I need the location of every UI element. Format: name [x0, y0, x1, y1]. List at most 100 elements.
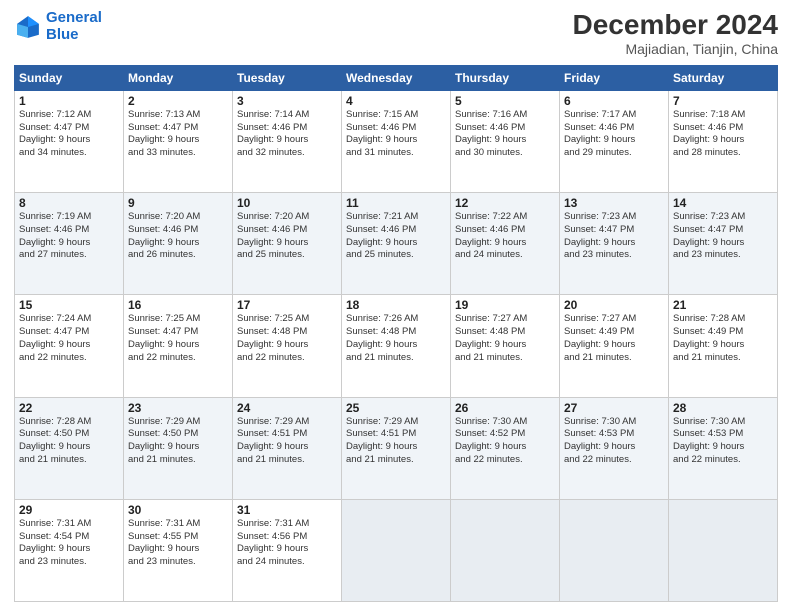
calendar-cell: 13Sunrise: 7:23 AM Sunset: 4:47 PM Dayli…	[560, 193, 669, 295]
calendar-cell: 21Sunrise: 7:28 AM Sunset: 4:49 PM Dayli…	[669, 295, 778, 397]
calendar-week-row: 22Sunrise: 7:28 AM Sunset: 4:50 PM Dayli…	[15, 397, 778, 499]
day-info: Sunrise: 7:25 AM Sunset: 4:48 PM Dayligh…	[237, 313, 337, 364]
day-number: 12	[455, 196, 555, 210]
day-of-week-header: Wednesday	[342, 65, 451, 90]
day-info: Sunrise: 7:24 AM Sunset: 4:47 PM Dayligh…	[19, 313, 119, 364]
calendar-cell	[560, 499, 669, 601]
day-number: 29	[19, 503, 119, 517]
day-info: Sunrise: 7:28 AM Sunset: 4:50 PM Dayligh…	[19, 416, 119, 467]
logo-icon	[14, 13, 42, 41]
day-info: Sunrise: 7:22 AM Sunset: 4:46 PM Dayligh…	[455, 211, 555, 262]
day-info: Sunrise: 7:21 AM Sunset: 4:46 PM Dayligh…	[346, 211, 446, 262]
day-info: Sunrise: 7:27 AM Sunset: 4:48 PM Dayligh…	[455, 313, 555, 364]
calendar-cell: 23Sunrise: 7:29 AM Sunset: 4:50 PM Dayli…	[124, 397, 233, 499]
calendar-cell: 30Sunrise: 7:31 AM Sunset: 4:55 PM Dayli…	[124, 499, 233, 601]
calendar-week-row: 15Sunrise: 7:24 AM Sunset: 4:47 PM Dayli…	[15, 295, 778, 397]
day-number: 17	[237, 298, 337, 312]
day-info: Sunrise: 7:30 AM Sunset: 4:53 PM Dayligh…	[564, 416, 664, 467]
day-of-week-header: Thursday	[451, 65, 560, 90]
calendar-cell: 25Sunrise: 7:29 AM Sunset: 4:51 PM Dayli…	[342, 397, 451, 499]
day-info: Sunrise: 7:20 AM Sunset: 4:46 PM Dayligh…	[128, 211, 228, 262]
day-number: 7	[673, 94, 773, 108]
calendar-week-row: 1Sunrise: 7:12 AM Sunset: 4:47 PM Daylig…	[15, 90, 778, 192]
logo-text: General Blue	[46, 10, 102, 43]
day-number: 13	[564, 196, 664, 210]
day-number: 2	[128, 94, 228, 108]
calendar-cell	[669, 499, 778, 601]
calendar-cell: 3Sunrise: 7:14 AM Sunset: 4:46 PM Daylig…	[233, 90, 342, 192]
calendar-cell: 12Sunrise: 7:22 AM Sunset: 4:46 PM Dayli…	[451, 193, 560, 295]
calendar: SundayMondayTuesdayWednesdayThursdayFrid…	[14, 65, 778, 602]
day-info: Sunrise: 7:18 AM Sunset: 4:46 PM Dayligh…	[673, 109, 773, 160]
day-info: Sunrise: 7:29 AM Sunset: 4:50 PM Dayligh…	[128, 416, 228, 467]
page: General Blue December 2024 Majiadian, Ti…	[0, 0, 792, 612]
day-number: 25	[346, 401, 446, 415]
calendar-cell: 4Sunrise: 7:15 AM Sunset: 4:46 PM Daylig…	[342, 90, 451, 192]
day-info: Sunrise: 7:12 AM Sunset: 4:47 PM Dayligh…	[19, 109, 119, 160]
day-info: Sunrise: 7:30 AM Sunset: 4:52 PM Dayligh…	[455, 416, 555, 467]
calendar-cell	[342, 499, 451, 601]
day-number: 31	[237, 503, 337, 517]
calendar-cell: 10Sunrise: 7:20 AM Sunset: 4:46 PM Dayli…	[233, 193, 342, 295]
day-number: 19	[455, 298, 555, 312]
calendar-cell: 28Sunrise: 7:30 AM Sunset: 4:53 PM Dayli…	[669, 397, 778, 499]
day-info: Sunrise: 7:19 AM Sunset: 4:46 PM Dayligh…	[19, 211, 119, 262]
day-of-week-header: Monday	[124, 65, 233, 90]
day-number: 26	[455, 401, 555, 415]
calendar-cell: 16Sunrise: 7:25 AM Sunset: 4:47 PM Dayli…	[124, 295, 233, 397]
day-number: 4	[346, 94, 446, 108]
day-number: 15	[19, 298, 119, 312]
day-number: 30	[128, 503, 228, 517]
day-of-week-header: Sunday	[15, 65, 124, 90]
day-info: Sunrise: 7:13 AM Sunset: 4:47 PM Dayligh…	[128, 109, 228, 160]
day-of-week-header: Saturday	[669, 65, 778, 90]
calendar-cell: 7Sunrise: 7:18 AM Sunset: 4:46 PM Daylig…	[669, 90, 778, 192]
calendar-cell: 17Sunrise: 7:25 AM Sunset: 4:48 PM Dayli…	[233, 295, 342, 397]
day-info: Sunrise: 7:31 AM Sunset: 4:56 PM Dayligh…	[237, 518, 337, 569]
calendar-cell: 22Sunrise: 7:28 AM Sunset: 4:50 PM Dayli…	[15, 397, 124, 499]
day-info: Sunrise: 7:25 AM Sunset: 4:47 PM Dayligh…	[128, 313, 228, 364]
calendar-cell: 19Sunrise: 7:27 AM Sunset: 4:48 PM Dayli…	[451, 295, 560, 397]
calendar-cell: 20Sunrise: 7:27 AM Sunset: 4:49 PM Dayli…	[560, 295, 669, 397]
calendar-cell: 31Sunrise: 7:31 AM Sunset: 4:56 PM Dayli…	[233, 499, 342, 601]
day-number: 6	[564, 94, 664, 108]
calendar-week-row: 29Sunrise: 7:31 AM Sunset: 4:54 PM Dayli…	[15, 499, 778, 601]
day-number: 20	[564, 298, 664, 312]
day-number: 8	[19, 196, 119, 210]
day-number: 11	[346, 196, 446, 210]
main-title: December 2024	[573, 10, 778, 41]
calendar-cell: 8Sunrise: 7:19 AM Sunset: 4:46 PM Daylig…	[15, 193, 124, 295]
day-info: Sunrise: 7:31 AM Sunset: 4:55 PM Dayligh…	[128, 518, 228, 569]
title-area: December 2024 Majiadian, Tianjin, China	[573, 10, 778, 57]
day-number: 3	[237, 94, 337, 108]
calendar-cell: 18Sunrise: 7:26 AM Sunset: 4:48 PM Dayli…	[342, 295, 451, 397]
day-info: Sunrise: 7:27 AM Sunset: 4:49 PM Dayligh…	[564, 313, 664, 364]
day-number: 22	[19, 401, 119, 415]
calendar-cell: 6Sunrise: 7:17 AM Sunset: 4:46 PM Daylig…	[560, 90, 669, 192]
calendar-header-row: SundayMondayTuesdayWednesdayThursdayFrid…	[15, 65, 778, 90]
day-info: Sunrise: 7:14 AM Sunset: 4:46 PM Dayligh…	[237, 109, 337, 160]
day-number: 10	[237, 196, 337, 210]
calendar-cell: 15Sunrise: 7:24 AM Sunset: 4:47 PM Dayli…	[15, 295, 124, 397]
day-info: Sunrise: 7:26 AM Sunset: 4:48 PM Dayligh…	[346, 313, 446, 364]
day-info: Sunrise: 7:23 AM Sunset: 4:47 PM Dayligh…	[564, 211, 664, 262]
header: General Blue December 2024 Majiadian, Ti…	[14, 10, 778, 57]
calendar-cell: 1Sunrise: 7:12 AM Sunset: 4:47 PM Daylig…	[15, 90, 124, 192]
day-of-week-header: Friday	[560, 65, 669, 90]
day-info: Sunrise: 7:29 AM Sunset: 4:51 PM Dayligh…	[346, 416, 446, 467]
calendar-cell: 26Sunrise: 7:30 AM Sunset: 4:52 PM Dayli…	[451, 397, 560, 499]
calendar-cell: 2Sunrise: 7:13 AM Sunset: 4:47 PM Daylig…	[124, 90, 233, 192]
day-number: 14	[673, 196, 773, 210]
calendar-cell: 24Sunrise: 7:29 AM Sunset: 4:51 PM Dayli…	[233, 397, 342, 499]
calendar-cell	[451, 499, 560, 601]
day-info: Sunrise: 7:23 AM Sunset: 4:47 PM Dayligh…	[673, 211, 773, 262]
day-number: 9	[128, 196, 228, 210]
day-info: Sunrise: 7:31 AM Sunset: 4:54 PM Dayligh…	[19, 518, 119, 569]
day-number: 28	[673, 401, 773, 415]
day-number: 21	[673, 298, 773, 312]
calendar-week-row: 8Sunrise: 7:19 AM Sunset: 4:46 PM Daylig…	[15, 193, 778, 295]
calendar-cell: 5Sunrise: 7:16 AM Sunset: 4:46 PM Daylig…	[451, 90, 560, 192]
calendar-cell: 14Sunrise: 7:23 AM Sunset: 4:47 PM Dayli…	[669, 193, 778, 295]
logo: General Blue	[14, 10, 102, 43]
day-number: 1	[19, 94, 119, 108]
